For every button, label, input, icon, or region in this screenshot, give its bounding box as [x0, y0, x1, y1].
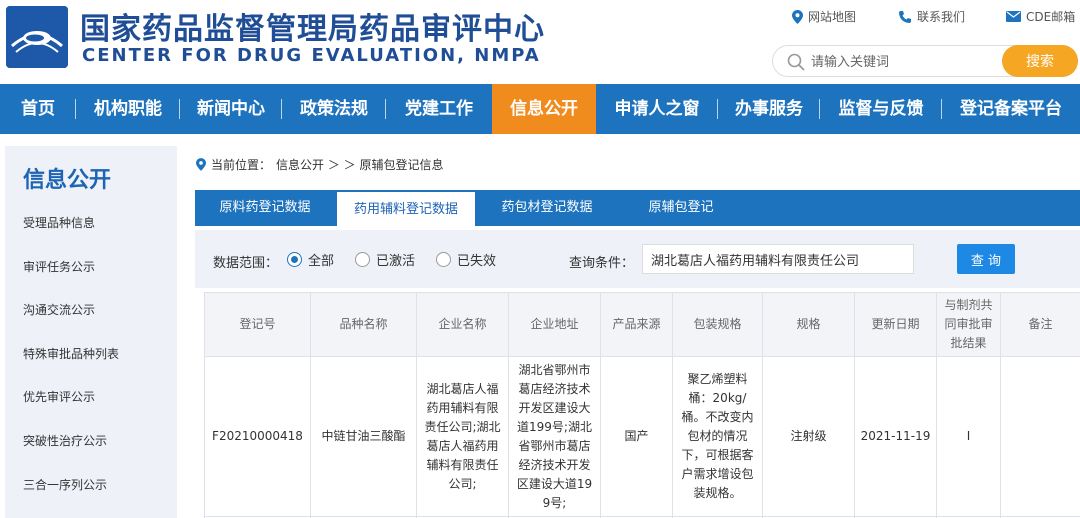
column-header: 企业地址 [508, 292, 601, 357]
tab-api-registration[interactable]: 原料药登记数据 [195, 190, 335, 226]
column-header: 企业名称 [416, 292, 509, 357]
column-header: 与制剂共同审批审批结果 [936, 292, 1001, 357]
nav-item-home[interactable]: 首页 [0, 84, 76, 134]
breadcrumb-prefix: 当前位置： [211, 158, 272, 172]
nav-item-info-disclosure[interactable]: 信息公开 [492, 84, 596, 134]
site-title: 国家药品监督管理局药品审评中心 [80, 12, 545, 47]
sidebar-title: 信息公开 [23, 168, 112, 193]
contact-link[interactable]: 联系我们 [898, 8, 965, 25]
table-cell: 湖北省鄂州市葛店经济技术开发区建设大道199号;湖北省鄂州市葛店经济技术开发区建… [508, 356, 601, 517]
sitemap-link-label: 网站地图 [808, 10, 857, 24]
column-header: 更新日期 [854, 292, 937, 357]
site-title-english: CENTER FOR DRUG EVALUATION, NMPA [82, 45, 541, 66]
breadcrumb: 当前位置： 信息公开 ＞ ＞ 原辅包登记信息 [196, 156, 443, 173]
query-condition-label: 查询条件： [569, 256, 635, 271]
table-header-row: 登记号 品种名称 企业名称 企业地址 产品来源 包装规格 规格 更新日期 与制剂… [204, 292, 1080, 357]
data-tabs: 原料药登记数据 药用辅料登记数据 药包材登记数据 原辅包登记 [195, 190, 1080, 228]
sidebar-item-accepted-varieties[interactable]: 受理品种信息 [23, 214, 95, 231]
table-cell: I [936, 356, 1001, 517]
radio-invalid-label: 已失效 [457, 254, 497, 269]
nav-item-applicant-window[interactable]: 申请人之窗 [596, 84, 718, 134]
radio-checked-icon [287, 252, 302, 267]
sidebar-item-priority-review[interactable]: 优先审评公示 [23, 388, 95, 405]
contact-link-label: 联系我们 [917, 10, 966, 24]
radio-unchecked-icon [436, 252, 451, 267]
sidebar-item-communication[interactable]: 沟通交流公示 [23, 301, 95, 318]
site-header: 国家药品监督管理局药品审评中心 CENTER FOR DRUG EVALUATI… [0, 0, 1080, 84]
main-nav: 首页 机构职能 新闻中心 政策法规 党建工作 信息公开 申请人之窗 办事服务 监… [0, 84, 1080, 134]
search-box: 搜索 [772, 45, 1078, 77]
registration-table: 登记号 品种名称 企业名称 企业地址 产品来源 包装规格 规格 更新日期 与制剂… [204, 292, 1080, 518]
sitemap-link[interactable]: 网站地图 [792, 8, 856, 25]
table-cell [1000, 356, 1080, 517]
page: 国家药品监督管理局药品审评中心 CENTER FOR DRUG EVALUATI… [0, 0, 1080, 518]
radio-activated-label: 已激活 [376, 254, 416, 269]
location-pin-icon [792, 9, 803, 24]
phone-icon [899, 10, 911, 23]
tab-packaging-registration[interactable]: 药包材登记数据 [477, 190, 617, 226]
radio-all[interactable]: 全部 [287, 250, 334, 269]
table-cell: 2021-11-19 [854, 356, 937, 517]
table-cell: 中链甘油三酸酯 [310, 356, 417, 517]
radio-all-label: 全部 [308, 254, 335, 269]
column-header: 规格 [762, 292, 855, 357]
column-header: 产品来源 [600, 292, 673, 357]
filter-bar: 数据范围： 全部 已激活 已失效 查询条件： 查 询 [195, 230, 1080, 288]
nav-item-party-building[interactable]: 党建工作 [386, 84, 492, 134]
sidebar-item-review-tasks[interactable]: 审评任务公示 [23, 258, 95, 275]
tab-excipient-registration[interactable]: 药用辅料登记数据 [337, 192, 475, 228]
search-icon [787, 53, 805, 71]
data-range-label: 数据范围： [213, 256, 279, 271]
sidebar-item-special-approval[interactable]: 特殊审批品种列表 [23, 345, 119, 362]
table-cell: 注射级 [762, 356, 855, 517]
table-cell: 国产 [600, 356, 673, 517]
column-header: 登记号 [204, 292, 311, 357]
location-pin-icon [196, 158, 206, 171]
column-header: 品种名称 [310, 292, 417, 357]
table-row: F20210000418 中链甘油三酸酯 湖北葛店人福药用辅料有限责任公司;湖北… [204, 356, 1080, 517]
nav-item-news[interactable]: 新闻中心 [180, 84, 282, 134]
nav-item-supervision[interactable]: 监督与反馈 [820, 84, 942, 134]
search-input[interactable] [811, 52, 991, 72]
column-header: 包装规格 [672, 292, 763, 357]
nav-item-services[interactable]: 办事服务 [718, 84, 820, 134]
nmpa-logo[interactable] [6, 6, 68, 68]
query-condition-input[interactable] [642, 244, 914, 274]
query-button[interactable]: 查 询 [957, 244, 1015, 274]
nav-item-policy[interactable]: 政策法规 [282, 84, 386, 134]
cde-mail-link[interactable]: CDE邮箱 [1006, 8, 1075, 25]
search-button[interactable]: 搜索 [1002, 45, 1078, 77]
nav-item-functions[interactable]: 机构职能 [76, 84, 180, 134]
radio-unchecked-icon [355, 252, 370, 267]
sidebar: 信息公开 受理品种信息 审评任务公示 沟通交流公示 特殊审批品种列表 优先审评公… [5, 146, 177, 518]
cde-mail-link-label: CDE邮箱 [1026, 10, 1076, 24]
nav-item-registration-platform[interactable]: 登记备案平台 [942, 84, 1080, 134]
radio-invalid[interactable]: 已失效 [436, 250, 496, 269]
breadcrumb-path[interactable]: 信息公开 ＞ ＞ 原辅包登记信息 [276, 156, 443, 173]
table-cell: 聚乙烯塑料桶：20kg/桶。不改变内包材的情况下，可根据客户需求增设包装规格。 [672, 356, 763, 517]
table-cell: F20210000418 [204, 356, 311, 517]
radio-activated[interactable]: 已激活 [355, 250, 415, 269]
column-header: 备注 [1000, 292, 1080, 357]
mail-icon [1006, 11, 1021, 22]
sidebar-item-three-in-one[interactable]: 三合一序列公示 [23, 476, 107, 493]
sidebar-item-breakthrough-therapy[interactable]: 突破性治疗公示 [23, 432, 107, 449]
table-cell: 湖北葛店人福药用辅料有限责任公司;湖北葛店人福药用辅料有限责任公司; [416, 356, 509, 517]
tab-raw-material-registration[interactable]: 原辅包登记 [619, 190, 743, 226]
